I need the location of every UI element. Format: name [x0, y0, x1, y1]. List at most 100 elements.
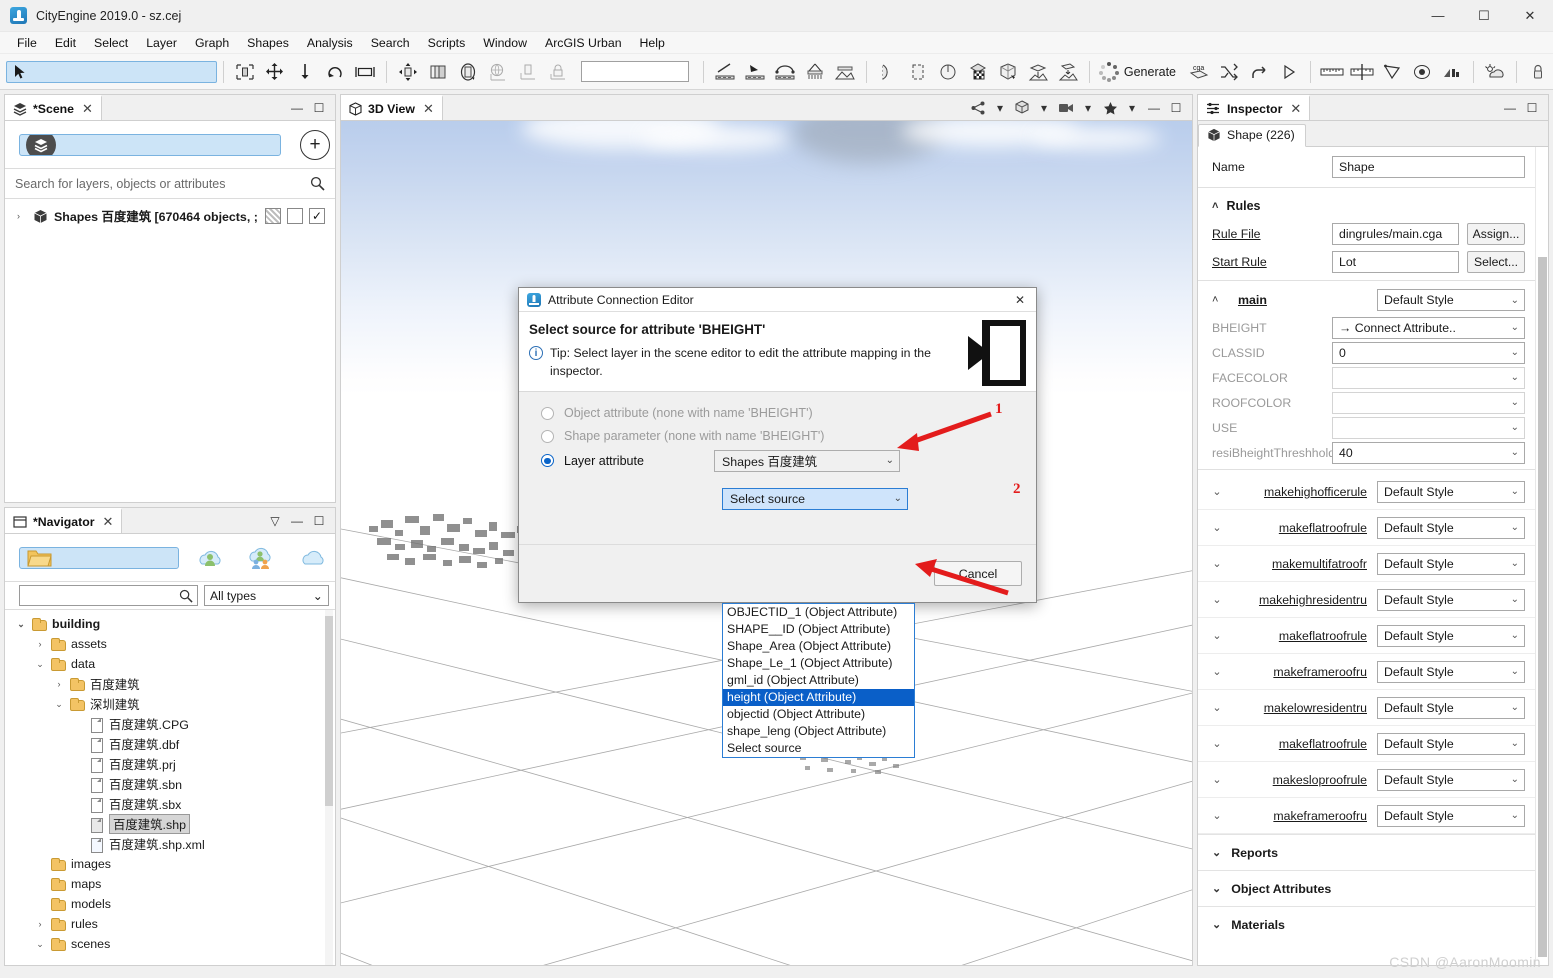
tab-scene[interactable]: *Scene ✕ [5, 95, 102, 120]
cleanup-shape-icon[interactable] [993, 58, 1023, 86]
menu-item-edit[interactable]: Edit [46, 34, 85, 52]
option-object-attribute[interactable]: Object attribute (none with name 'BHEIGH… [519, 402, 1036, 425]
chevron-down-icon[interactable]: ⌄ [1208, 629, 1226, 642]
chevron-down-icon[interactable]: ⌄ [1208, 809, 1226, 822]
rectangular-shape-icon[interactable] [903, 58, 933, 86]
tab-3d-view[interactable]: 3D View ✕ [341, 95, 443, 120]
menu-item-window[interactable]: Window [474, 34, 536, 52]
name-input[interactable]: Shape [1332, 156, 1525, 178]
tree-node[interactable]: 百度建筑.shp.xml [5, 834, 335, 854]
chevron-down-icon[interactable]: ⌄ [1208, 557, 1226, 570]
view-model-icon[interactable] [1012, 98, 1032, 118]
shuffle-seed-icon[interactable] [1214, 58, 1244, 86]
chevron-down-icon[interactable]: ⌄ [1208, 485, 1226, 498]
dropdown-option[interactable]: gml_id (Object Attribute) [723, 672, 914, 689]
rule-name-link[interactable]: makeflatroofrule [1232, 521, 1371, 535]
tree-node[interactable]: › rules [5, 914, 335, 934]
lock-license-icon[interactable] [1523, 58, 1553, 86]
source-select[interactable]: Select source ⌄ [722, 487, 908, 510]
scene-search-input[interactable] [15, 176, 310, 191]
chevron-down-icon[interactable]: ⌄ [1208, 593, 1226, 606]
menu-item-layer[interactable]: Layer [137, 34, 186, 52]
rotate-object-icon[interactable] [453, 58, 483, 86]
collapsible-section-materials[interactable]: ⌄ Materials [1198, 906, 1535, 942]
tree-expand-icon[interactable]: › [53, 679, 65, 689]
menu-item-search[interactable]: Search [362, 34, 419, 52]
rule-name-link[interactable]: makeflatroofrule [1232, 737, 1371, 751]
scale-tool-icon[interactable] [230, 58, 260, 86]
navigator-menu-button[interactable]: ▽ [265, 511, 285, 531]
dropdown-option[interactable]: Shape_Le_1 (Object Attribute) [723, 655, 914, 672]
texture-shape-icon[interactable] [963, 58, 993, 86]
layer-visible-toggle[interactable]: ✓ [309, 208, 325, 224]
start-rule-label[interactable]: Start Rule [1212, 255, 1324, 269]
option-layer-attribute[interactable]: Layer attribute Shapes 百度建筑 ⌄ [519, 448, 1036, 474]
tree-node[interactable]: ⌄ data [5, 654, 335, 674]
navigator-search-box[interactable] [19, 585, 198, 606]
cga-file-icon[interactable]: cga [1184, 58, 1214, 86]
navigator-my-content-button[interactable] [191, 538, 231, 578]
start-rule-input[interactable]: Lot [1332, 251, 1459, 273]
rule-name-link[interactable]: makeframeroofru [1232, 665, 1371, 679]
rule-file-input[interactable]: dingrules/main.cga [1332, 223, 1459, 245]
navigator-groups-button[interactable] [243, 538, 283, 578]
main-rule-label[interactable]: main [1238, 293, 1369, 307]
3d-viewport[interactable]: Attribute Connection Editor ✕ Select sou… [341, 121, 1192, 965]
tab-inspector-close-icon[interactable]: ✕ [1290, 101, 1301, 117]
rule-name-link[interactable]: makehighresidentru [1232, 593, 1371, 607]
rule-style-select[interactable]: Default Style ⌄ [1377, 480, 1525, 503]
view-share-icon[interactable] [968, 98, 988, 118]
tree-node[interactable]: 百度建筑.dbf [5, 734, 335, 754]
navigator-minimize-button[interactable]: — [287, 511, 307, 531]
undo-generate-icon[interactable] [1244, 58, 1274, 86]
tree-node[interactable]: maps [5, 874, 335, 894]
dropdown-option[interactable]: height (Object Attribute) [723, 688, 914, 706]
attribute-value-select[interactable]: → Connect Attribute.. ⌄ [1332, 316, 1525, 339]
view-model-dropdown-icon[interactable]: ▾ [1034, 98, 1054, 118]
tree-expand-icon[interactable]: › [34, 919, 46, 929]
inspector-scrollbar-thumb[interactable] [1538, 257, 1547, 957]
push-down-tool-icon[interactable] [290, 58, 320, 86]
chevron-down-icon[interactable]: ⌄ [1208, 773, 1226, 786]
chevron-up-icon[interactable]: ˄ [1212, 294, 1230, 306]
rule-style-select[interactable]: Default Style ⌄ [1377, 804, 1525, 827]
viewshed-icon[interactable] [1377, 58, 1407, 86]
rule-style-select[interactable]: Default Style ⌄ [1377, 552, 1525, 575]
play-preview-icon[interactable] [1274, 58, 1304, 86]
tree-node[interactable]: 百度建筑.shp [5, 814, 335, 834]
view-bookmark-dropdown-icon[interactable]: ▾ [1122, 98, 1142, 118]
attribute-value-select[interactable]: ⌄ [1332, 391, 1525, 414]
sun-cloud-icon[interactable] [1480, 58, 1510, 86]
rule-name-link[interactable]: makehighofficerule [1232, 485, 1371, 499]
menu-item-help[interactable]: Help [631, 34, 674, 52]
layer-lock-toggle[interactable] [287, 208, 303, 224]
measure-angle-icon[interactable] [1347, 58, 1377, 86]
navigator-cloud-button[interactable] [295, 538, 335, 578]
menu-item-shapes[interactable]: Shapes [238, 34, 298, 52]
navigator-maximize-button[interactable]: ☐ [309, 511, 329, 531]
rule-file-label[interactable]: Rule File [1212, 227, 1324, 241]
freeform-street-icon[interactable] [740, 58, 770, 86]
navigator-local-button[interactable] [19, 546, 179, 569]
radio-shape-parameter[interactable] [541, 429, 554, 443]
lock-object-icon[interactable] [543, 58, 573, 86]
attribute-value-select[interactable]: ⌄ [1332, 416, 1525, 439]
globe-align-icon[interactable] [483, 58, 513, 86]
tree-expand-icon[interactable]: ⌄ [34, 659, 46, 670]
tree-node[interactable]: 百度建筑.sbx [5, 794, 335, 814]
tree-node[interactable]: models [5, 894, 335, 914]
curved-street-icon[interactable] [770, 58, 800, 86]
collapsible-section-reports[interactable]: ⌄ Reports [1198, 834, 1535, 870]
tree-node[interactable]: 百度建筑.sbn [5, 774, 335, 794]
attribute-value-select[interactable]: 0 ⌄ [1332, 341, 1525, 364]
align-shapes-terrain-icon[interactable] [1023, 58, 1053, 86]
tree-node[interactable]: 百度建筑.CPG [5, 714, 335, 734]
tree-expand-icon[interactable]: ⌄ [53, 699, 65, 710]
rotate-tool-icon[interactable] [320, 58, 350, 86]
view-share-dropdown-icon[interactable]: ▾ [990, 98, 1010, 118]
inspector-minimize-button[interactable]: — [1500, 98, 1520, 118]
close-button[interactable]: ✕ [1507, 0, 1553, 32]
visibility-analysis-icon[interactable] [1407, 58, 1437, 86]
menu-item-analysis[interactable]: Analysis [298, 34, 362, 52]
tree-node[interactable]: ⌄ 深圳建筑 [5, 694, 335, 714]
